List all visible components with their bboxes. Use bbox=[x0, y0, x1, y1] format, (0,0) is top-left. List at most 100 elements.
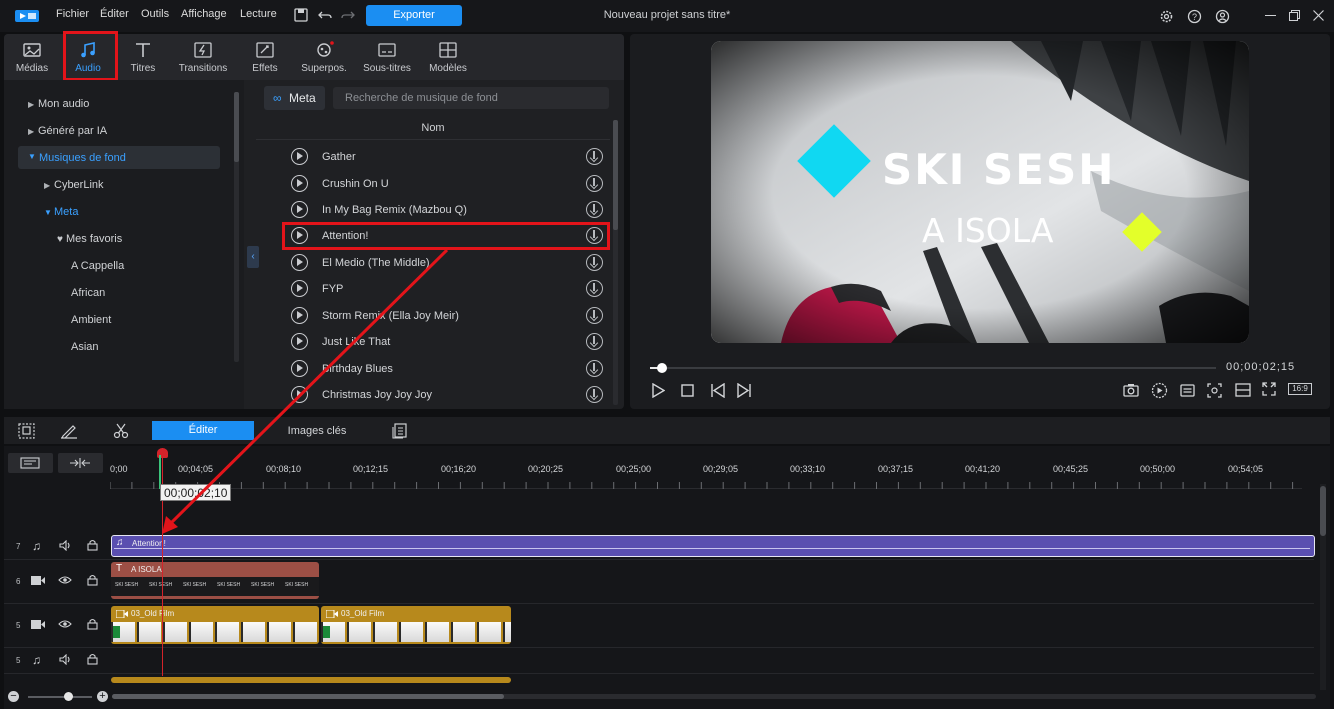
undo-icon[interactable] bbox=[318, 8, 332, 22]
meta-source-button[interactable]: ∞ Meta bbox=[264, 86, 325, 110]
collapse-panel-button[interactable]: ‹ bbox=[247, 246, 259, 268]
track-row[interactable]: FYP bbox=[282, 276, 612, 302]
track-row[interactable]: Storm Remix (Ella Joy Meir) bbox=[282, 303, 612, 329]
track-row[interactable]: Birthday Blues bbox=[282, 356, 612, 382]
tab-medias[interactable]: Médias bbox=[10, 38, 54, 78]
stop-icon[interactable] bbox=[681, 384, 694, 397]
redo-icon[interactable] bbox=[341, 8, 355, 22]
tree-item-genere-par-ia[interactable]: ▶ Généré par IA bbox=[28, 125, 107, 137]
lock-icon[interactable] bbox=[87, 539, 98, 551]
minimize-icon[interactable] bbox=[1265, 15, 1276, 16]
tab-transitions[interactable]: Transitions bbox=[174, 38, 232, 78]
audio-clip-attention[interactable]: ♫ Attention! bbox=[111, 535, 1315, 557]
play-icon[interactable] bbox=[291, 307, 308, 324]
menu-fichier[interactable]: Fichier bbox=[56, 8, 89, 20]
tree-item-african[interactable]: African bbox=[71, 287, 105, 299]
tree-scrollbar-thumb[interactable] bbox=[234, 92, 239, 162]
split-scissors-icon[interactable] bbox=[113, 423, 129, 439]
tree-item-meta[interactable]: ▼ Meta bbox=[44, 206, 78, 218]
download-icon[interactable] bbox=[586, 386, 603, 403]
visibility-eye-icon[interactable] bbox=[58, 619, 72, 629]
download-icon[interactable] bbox=[586, 280, 603, 297]
timeline-hscrollbar-thumb[interactable] bbox=[112, 694, 504, 699]
zoom-out-icon[interactable]: − bbox=[8, 691, 19, 702]
play-icon[interactable] bbox=[651, 383, 665, 398]
more-tools-icon[interactable] bbox=[392, 423, 407, 439]
volume-icon[interactable] bbox=[59, 654, 72, 665]
preview-scrubber[interactable] bbox=[650, 367, 1216, 369]
tree-item-musiques-de-fond[interactable]: ▼ Musiques de fond bbox=[18, 146, 220, 169]
tree-item-ambient[interactable]: Ambient bbox=[71, 314, 111, 326]
zoom-in-icon[interactable]: + bbox=[97, 691, 108, 702]
restore-icon[interactable] bbox=[1289, 10, 1300, 21]
zoom-fit-icon[interactable] bbox=[1207, 383, 1222, 398]
tab-titres[interactable]: Titres bbox=[126, 38, 160, 78]
download-icon[interactable] bbox=[586, 201, 603, 218]
track-row[interactable]: In My Bag Remix (Mazbou Q) bbox=[282, 197, 612, 223]
track-row[interactable]: Just Like That bbox=[282, 329, 612, 355]
playhead-line[interactable] bbox=[162, 448, 163, 676]
tree-item-mes-favoris[interactable]: ♥ Mes favoris bbox=[57, 233, 122, 245]
timeline-vscrollbar-thumb[interactable] bbox=[1320, 486, 1326, 536]
track-row[interactable]: Christmas Joy Joy Joy bbox=[282, 382, 612, 408]
tab-modeles[interactable]: Modèles bbox=[426, 38, 470, 78]
zoom-slider[interactable] bbox=[28, 696, 92, 698]
tab-sous-titres[interactable]: Sous-titres bbox=[360, 38, 414, 78]
track-row[interactable]: Crushin On U bbox=[282, 171, 612, 197]
account-icon[interactable] bbox=[1215, 9, 1230, 24]
video-clip-old-film-1[interactable]: 03_Old Film bbox=[111, 606, 319, 644]
volume-icon[interactable] bbox=[59, 540, 72, 551]
lock-icon[interactable] bbox=[87, 618, 98, 630]
play-icon[interactable] bbox=[291, 333, 308, 350]
track-manager-button[interactable] bbox=[8, 453, 53, 473]
play-icon[interactable] bbox=[291, 386, 308, 403]
play-icon[interactable] bbox=[291, 148, 308, 165]
tree-item-mon-audio[interactable]: ▶ Mon audio bbox=[28, 98, 89, 110]
tab-superpos[interactable]: Superpos. bbox=[298, 38, 350, 78]
play-icon[interactable] bbox=[291, 280, 308, 297]
fit-timeline-button[interactable] bbox=[58, 453, 103, 473]
video-clip-old-film-2[interactable]: 03_Old Film bbox=[321, 606, 511, 644]
track-row[interactable]: Gather bbox=[282, 144, 612, 170]
track-lane-audio-5[interactable] bbox=[4, 648, 1314, 674]
export-button[interactable]: Exporter bbox=[366, 5, 462, 26]
play-icon[interactable] bbox=[291, 175, 308, 192]
tab-effets[interactable]: Effets bbox=[248, 38, 282, 78]
visibility-eye-icon[interactable] bbox=[58, 575, 72, 585]
settings-gear-icon[interactable] bbox=[1159, 9, 1174, 24]
track-row[interactable]: El Medio (The Middle) bbox=[282, 250, 612, 276]
play-icon[interactable] bbox=[291, 360, 308, 377]
preview-scrubber-knob[interactable] bbox=[657, 363, 667, 373]
zoom-slider-knob[interactable] bbox=[64, 692, 73, 701]
title-clip-a-isola[interactable]: T A ISOLA SKI SESH SKI SESH SKI SESH SKI… bbox=[111, 562, 319, 599]
download-icon[interactable] bbox=[586, 148, 603, 165]
close-icon[interactable] bbox=[1313, 10, 1324, 21]
download-icon[interactable] bbox=[586, 175, 603, 192]
edit-pen-icon[interactable] bbox=[60, 423, 78, 439]
lock-icon[interactable] bbox=[87, 574, 98, 586]
column-header-nom[interactable]: Nom bbox=[256, 122, 610, 140]
music-list-scrollbar-thumb[interactable] bbox=[613, 120, 618, 230]
next-frame-icon[interactable] bbox=[737, 383, 753, 398]
lock-icon[interactable] bbox=[87, 653, 98, 665]
snapshot-camera-icon[interactable] bbox=[1123, 383, 1139, 397]
save-icon[interactable] bbox=[294, 8, 308, 22]
playback-quality-icon[interactable] bbox=[1151, 382, 1168, 399]
download-icon[interactable] bbox=[586, 333, 603, 350]
menu-outils[interactable]: Outils bbox=[141, 8, 169, 20]
tree-item-a-cappella[interactable]: A Cappella bbox=[71, 260, 124, 272]
download-icon[interactable] bbox=[586, 254, 603, 271]
menu-editer[interactable]: Éditer bbox=[100, 8, 129, 20]
download-icon[interactable] bbox=[586, 307, 603, 324]
tab-editer[interactable]: Éditer bbox=[152, 421, 254, 440]
audio-clip-partial[interactable] bbox=[111, 677, 511, 683]
music-search-input[interactable]: Recherche de musique de fond bbox=[333, 87, 609, 109]
tree-item-cyberlink[interactable]: ▶ CyberLink bbox=[44, 179, 104, 191]
play-icon[interactable] bbox=[291, 254, 308, 271]
tree-item-asian[interactable]: Asian bbox=[71, 341, 99, 353]
dual-view-icon[interactable] bbox=[1235, 383, 1251, 397]
subtitle-toggle-icon[interactable] bbox=[1180, 384, 1195, 397]
previous-frame-icon[interactable] bbox=[709, 383, 725, 398]
tab-images-cles[interactable]: Images clés bbox=[274, 425, 360, 437]
help-icon[interactable]: ? bbox=[1187, 9, 1202, 24]
